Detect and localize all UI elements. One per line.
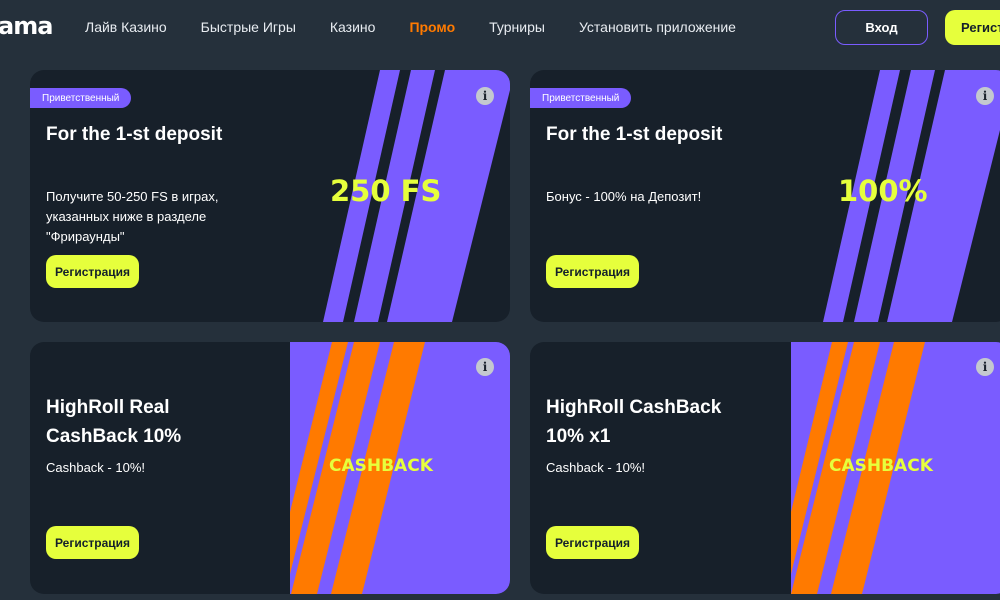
- welcome-badge: Приветственный: [30, 88, 132, 108]
- card-title: For the 1-st deposit: [46, 120, 222, 149]
- cashback-label: CASHBACK: [829, 456, 933, 476]
- card-register-button[interactable]: Регистрация: [546, 526, 639, 559]
- card-title-line: 10% x1: [546, 426, 611, 447]
- card-description: Cashback - 10%!: [546, 458, 645, 478]
- info-icon[interactable]: i: [476, 358, 494, 376]
- card-title-line: For the 1-st deposit: [46, 124, 223, 145]
- card-title: For the 1-st deposit: [546, 120, 722, 149]
- nav-item-tournaments[interactable]: Турниры: [489, 19, 545, 35]
- info-icon[interactable]: i: [976, 358, 994, 376]
- nav-item-install-app[interactable]: Установить приложение: [579, 19, 736, 35]
- card-title: HighRoll Real CashBack 10%: [46, 393, 181, 451]
- card-description-line: Cashback - 10%!: [46, 460, 145, 475]
- card-description-line: Бонус - 100% на Депозит!: [546, 189, 702, 204]
- card-title-line: HighRoll CashBack: [546, 397, 722, 418]
- promo-card-deposit-bonus: Приветственный i For the 1-st deposit Бо…: [530, 70, 1000, 322]
- welcome-badge: Приветственный: [530, 88, 632, 108]
- card-description: Получите 50-250 FS в играх, указанных ни…: [46, 187, 218, 247]
- card-register-button[interactable]: Регистрация: [46, 526, 139, 559]
- card-title-line: For the 1-st deposit: [546, 124, 723, 145]
- cashback-label: CASHBACK: [329, 456, 433, 476]
- info-icon[interactable]: i: [976, 87, 994, 105]
- card-description-line: "Фрираунды": [46, 229, 125, 244]
- main-nav: Лайв Казино Быстрые Игры Казино Промо Ту…: [85, 19, 770, 35]
- card-description-line: Получите 50-250 FS в играх,: [46, 189, 219, 204]
- card-register-button[interactable]: Регистрация: [546, 255, 639, 288]
- promo-card-highroll-cashback: i HighRoll CashBack 10% x1 Cashback - 10…: [530, 342, 1000, 594]
- promo-card-highroll-real-cashback: i HighRoll Real CashBack 10% Cashback - …: [30, 342, 510, 594]
- site-logo[interactable]: ama: [0, 12, 53, 40]
- register-button[interactable]: Регистрация: [945, 10, 1000, 45]
- card-description-line: Cashback - 10%!: [546, 460, 645, 475]
- promo-card-free-spins: Приветственный i For the 1-st deposit По…: [30, 70, 510, 322]
- bonus-amount-label: 250 FS: [330, 174, 442, 208]
- card-description: Cashback - 10%!: [46, 458, 145, 478]
- card-description: Бонус - 100% на Депозит!: [546, 187, 701, 207]
- nav-item-casino[interactable]: Казино: [330, 19, 376, 35]
- card-register-button[interactable]: Регистрация: [46, 255, 139, 288]
- card-description-line: указанных ниже в разделе: [46, 209, 207, 224]
- nav-item-promo[interactable]: Промо: [409, 19, 455, 35]
- info-icon[interactable]: i: [476, 87, 494, 105]
- card-title-line: HighRoll Real: [46, 397, 170, 418]
- bonus-amount-label: 100%: [838, 174, 928, 208]
- nav-item-fast-games[interactable]: Быстрые Игры: [201, 19, 296, 35]
- card-title: HighRoll CashBack 10% x1: [546, 393, 721, 451]
- login-button[interactable]: Вход: [835, 10, 928, 45]
- top-header: ama Лайв Казино Быстрые Игры Казино Пром…: [0, 0, 1000, 56]
- nav-item-live-casino[interactable]: Лайв Казино: [85, 19, 167, 35]
- card-title-line: CashBack 10%: [46, 426, 182, 447]
